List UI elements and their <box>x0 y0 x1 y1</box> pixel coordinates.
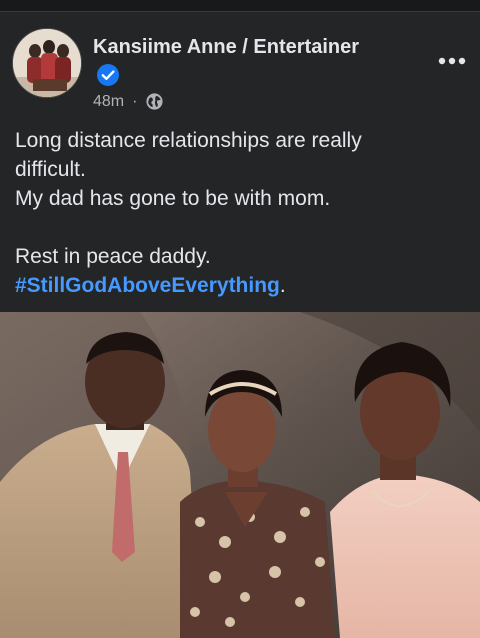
avatar-image <box>13 29 81 97</box>
hashtag-link[interactable]: #StillGodAboveEverything <box>15 274 280 297</box>
top-divider <box>0 0 480 12</box>
post-text: Long distance relationships are really d… <box>15 126 470 300</box>
verified-badge-icon <box>97 64 119 86</box>
post-line: Rest in peace daddy. <box>15 245 211 268</box>
post-line: My dad has gone to be with mom. <box>15 187 331 210</box>
timestamp[interactable]: 48m <box>93 93 124 111</box>
more-options-icon[interactable] <box>438 56 466 66</box>
author-name[interactable]: Kansiime Anne / Entertainer <box>93 36 359 59</box>
family-photo-image <box>0 312 480 638</box>
globe-icon[interactable] <box>145 92 164 111</box>
hashtag-suffix: . <box>279 274 286 297</box>
hashtag-line: #StillGodAboveEverything. <box>15 271 470 300</box>
post-meta: 48m · <box>93 92 164 111</box>
meta-separator: · <box>132 92 138 110</box>
author-avatar[interactable] <box>12 28 82 98</box>
post-photo[interactable] <box>0 312 480 638</box>
post-line: difficult. <box>15 158 86 181</box>
post-line-blank <box>15 213 470 242</box>
post-line: Long distance relationships are really <box>15 129 362 152</box>
post-header: Kansiime Anne / Entertainer 48m · <box>0 12 480 112</box>
